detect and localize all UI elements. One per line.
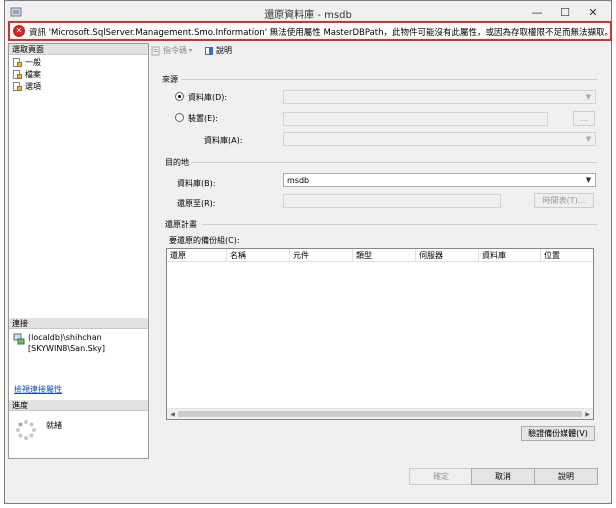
close-icon: ✕ [588, 5, 598, 19]
scroll-right-icon[interactable]: ▶ [583, 410, 592, 419]
source-device-radio[interactable] [175, 113, 184, 122]
column-type[interactable]: 類型 [353, 249, 416, 262]
backup-sets-grid[interactable]: 還原 名稱 元件 類型 伺服器 資料庫 位置 ◀ ▶ [166, 248, 594, 420]
page-general[interactable]: 一般 [12, 57, 41, 68]
ok-button[interactable]: 確定 [409, 468, 473, 485]
help-toolbar-button[interactable]: 說明 [204, 45, 232, 56]
restore-plan-group-label: 還原計畫 [165, 220, 197, 229]
browse-device-button[interactable]: ... [573, 111, 595, 126]
select-page-header: 選取頁面 [9, 44, 148, 55]
chevron-down-icon: ▾ [189, 47, 193, 54]
connection-server: (localdb)\shihchan [28, 333, 102, 342]
page-files-label: 檔案 [25, 70, 41, 79]
toolbar: 指令碼 ▾ 說明 [149, 43, 611, 57]
window-title: 還原資料庫 - msdb [264, 10, 352, 21]
page-options[interactable]: 選項 [12, 81, 41, 92]
source-device-database-label: 資料庫(A): [204, 136, 243, 145]
help-button[interactable]: 說明 [534, 468, 598, 485]
connection-header: 連接 [9, 318, 148, 329]
minimize-icon: — [531, 5, 543, 19]
source-device-input[interactable] [283, 112, 548, 126]
source-database-radio[interactable] [175, 92, 184, 101]
source-divider [181, 79, 597, 80]
error-message-bar: ✕ 資訊 'Microsoft.SqlServer.Management.Smo… [8, 21, 614, 41]
page-general-label: 一般 [25, 58, 41, 67]
backup-sets-label: 要還原的備份組(C): [169, 236, 240, 245]
source-device-label: 裝置(E): [188, 114, 218, 123]
progress-status: 就緒 [46, 421, 62, 430]
maximize-icon: ☐ [560, 5, 570, 19]
chevron-down-icon: ▼ [585, 176, 592, 184]
column-server[interactable]: 伺服器 [416, 249, 479, 262]
chevron-down-icon: ▼ [585, 135, 592, 143]
source-database-label: 資料庫(D): [188, 93, 228, 102]
minimize-button[interactable]: — [525, 4, 549, 20]
left-pane: 選取頁面 一般 檔案 選項 連接 (localdb)\shihchan [SKY… [8, 43, 149, 459]
verify-backup-media-button[interactable]: 驗證備份媒體(V) [521, 426, 595, 441]
progress-spinner-icon [16, 420, 36, 440]
restore-to-label: 還原至(R): [177, 199, 216, 208]
progress-header: 進度 [9, 400, 148, 411]
timeline-button[interactable]: 時間表(T)... [534, 193, 594, 208]
page-options-label: 選項 [25, 82, 41, 91]
help-icon [205, 46, 213, 55]
chevron-down-icon: ▼ [585, 93, 592, 101]
destination-database-combo[interactable]: msdb ▼ [283, 173, 596, 187]
grid-header: 還原 名稱 元件 類型 伺服器 資料庫 位置 [167, 249, 593, 262]
destination-group-label: 目的地 [165, 158, 189, 167]
column-component[interactable]: 元件 [290, 249, 353, 262]
page-icon [12, 57, 23, 68]
error-icon: ✕ [13, 25, 25, 37]
scrollbar-thumb[interactable] [178, 411, 582, 417]
restore-to-input[interactable] [283, 194, 501, 208]
connection-user: [SKYWIN8\San.Sky] [28, 344, 105, 353]
source-device-database-combo[interactable]: ▼ [283, 132, 596, 146]
script-label: 指令碼 [163, 46, 187, 55]
page-icon [12, 69, 23, 80]
page-files[interactable]: 檔案 [12, 69, 41, 80]
cancel-button[interactable]: 取消 [471, 468, 535, 485]
close-button[interactable]: ✕ [581, 4, 605, 20]
restore-database-window: 還原資料庫 - msdb — ☐ ✕ ✕ 資訊 'Microsoft.SqlSe… [4, 0, 614, 504]
help-toolbar-label: 說明 [216, 46, 232, 55]
horizontal-scrollbar[interactable]: ◀ ▶ [167, 408, 593, 419]
scroll-left-icon[interactable]: ◀ [168, 410, 177, 419]
error-message: 資訊 'Microsoft.SqlServer.Management.Smo.I… [29, 28, 614, 38]
script-icon [151, 46, 160, 55]
page-icon [12, 81, 23, 92]
source-database-combo[interactable]: ▼ [283, 90, 596, 104]
column-database[interactable]: 資料庫 [479, 249, 541, 262]
destination-database-value: msdb [287, 176, 310, 185]
source-group-label: 來源 [162, 75, 178, 84]
column-name[interactable]: 名稱 [227, 249, 290, 262]
column-location[interactable]: 位置 [541, 249, 593, 262]
view-connection-properties-link[interactable]: 檢視連接屬性 [14, 384, 62, 395]
destination-divider [191, 162, 597, 163]
destination-database-label: 資料庫(B): [177, 179, 216, 188]
server-connection-icon [13, 333, 25, 345]
maximize-button[interactable]: ☐ [553, 4, 577, 20]
restore-plan-divider [202, 224, 597, 225]
column-restore[interactable]: 還原 [167, 249, 227, 262]
script-button[interactable]: 指令碼 ▾ [151, 45, 192, 56]
